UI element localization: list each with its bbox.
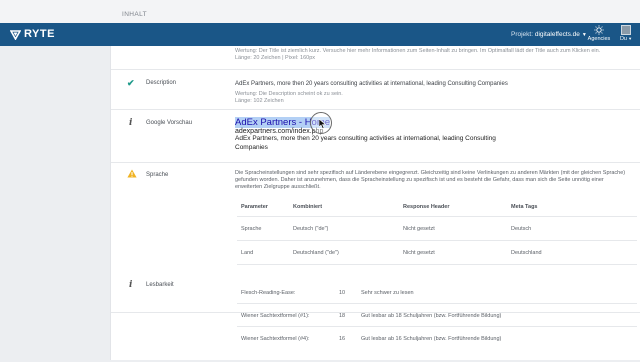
description-length: Länge: 102 Zeichen (235, 98, 284, 104)
table-cell: Gut lesbar ab 16 Schuljahren (bzw. Fortf… (361, 336, 502, 342)
description-rating: Wertung: Die Description scheint ok zu s… (235, 91, 343, 97)
title-length: Länge: 20 Zeichen | Pixel: 160px (235, 55, 316, 61)
lesbarkeit-section: i Lesbarkeit Flesch-Reading-Ease: 10 Seh… (111, 272, 640, 362)
user-label: Du (619, 36, 627, 42)
google-preview-title[interactable]: AdEx Partners - Home (235, 117, 635, 128)
brand-name: RYTE (24, 28, 55, 40)
info-icon: i (129, 280, 133, 290)
ryte-logo-icon (10, 29, 21, 40)
avatar (621, 25, 631, 35)
warning-icon (127, 169, 137, 178)
sprache-text-line2: gefunden worden. Daher ist anzunehmen, d… (235, 177, 604, 183)
chevron-down-icon: ▼ (626, 36, 633, 41)
table-row: Flesch-Reading-Ease: 10 Sehr schwer zu l… (237, 282, 637, 304)
checkmark-icon: ✔ (127, 78, 135, 88)
table-cell: Deutschland (511, 250, 542, 256)
table-cell: Nicht gesetzt (403, 226, 435, 232)
project-domain: digitaleffects.de (534, 31, 580, 38)
brand-logo[interactable]: RYTE (10, 28, 55, 40)
agencies-label: Agencies (587, 36, 611, 42)
col-meta-tags: Meta Tags (511, 204, 538, 210)
description-section: ✔ Description AdEx Partners, more then 2… (111, 70, 640, 110)
mouse-cursor-highlight (310, 112, 332, 134)
description-label: Description (146, 80, 177, 86)
info-icon: i (129, 118, 133, 128)
table-cell: Flesch-Reading-Ease: (241, 290, 296, 296)
sprache-label: Sprache (146, 172, 169, 178)
table-row: Wiener Sachtextformel (#1): 18 Gut lesba… (237, 305, 637, 327)
col-kombiniert: Kombiniert (293, 204, 323, 210)
sprache-text-line3: erweiterten Zielgruppe ausschließt. (235, 184, 321, 190)
table-row: Land Deutschland ("de") Nicht gesetzt De… (237, 242, 637, 265)
sun-icon (594, 25, 604, 35)
title-section: Wertung: Der Title ist ziemlich kurz. Ve… (111, 46, 640, 70)
google-preview-url: adexpartners.com/index.php (235, 128, 324, 135)
google-preview-label: Google Vorschau (146, 120, 193, 126)
project-selector[interactable]: Projekt: digitaleffects.de ▼ (511, 31, 587, 38)
table-cell: Deutschland ("de") (293, 250, 339, 256)
table-cell: Wiener Sachtextformel (#1): (241, 313, 310, 319)
user-menu[interactable]: Du ▼ (615, 25, 637, 42)
content-card: Wertung: Der Title ist ziemlich kurz. Ve… (110, 46, 640, 360)
table-cell: Wiener Sachtextformel (#4): (241, 336, 310, 342)
col-response-header: Response Header (403, 204, 450, 210)
agencies-button[interactable]: Agencies (586, 25, 612, 42)
google-preview-desc-line1: AdEx Partners, more then 20 years consul… (235, 135, 496, 142)
google-preview-section: i Google Vorschau AdEx Partners - Home a… (111, 110, 640, 163)
table-cell: Gut lesbar ab 18 Schuljahren (bzw. Fortf… (361, 313, 502, 319)
navbar: RYTE Projekt: digitaleffects.de ▼ Agencie… (0, 23, 640, 46)
project-label: Projekt: (511, 31, 534, 38)
table-row: Wiener Sachtextformel (#4): 16 Gut lesba… (237, 328, 637, 350)
table-header: Parameter Kombiniert Response Header Met… (237, 197, 637, 217)
sprache-text-line1: Die Spracheinstellungen sind sehr spezif… (235, 170, 626, 176)
table-cell: Sprache (241, 226, 262, 232)
col-parameter: Parameter (241, 204, 268, 210)
description-text: AdEx Partners, more then 20 years consul… (235, 81, 508, 87)
title-rating: Wertung: Der Title ist ziemlich kurz. Ve… (235, 48, 601, 54)
section-heading: INHALT (122, 11, 148, 18)
table-cell: Deutsch ("de") (293, 226, 329, 232)
pointer-icon (319, 119, 327, 129)
table-row: Sprache Deutsch ("de") Nicht gesetzt Deu… (237, 218, 637, 241)
lesbarkeit-label: Lesbarkeit (146, 282, 174, 288)
table-cell: Deutsch (511, 226, 532, 232)
table-cell: 10 (339, 290, 346, 296)
top-strip: INHALT (0, 0, 640, 23)
table-cell: 18 (339, 313, 346, 319)
google-preview-desc-line2: Companies (235, 143, 268, 151)
table-cell: Nicht gesetzt (403, 250, 435, 256)
table-cell: 16 (339, 336, 346, 342)
table-cell: Sehr schwer zu lesen (361, 290, 414, 296)
table-cell: Land (241, 250, 254, 256)
